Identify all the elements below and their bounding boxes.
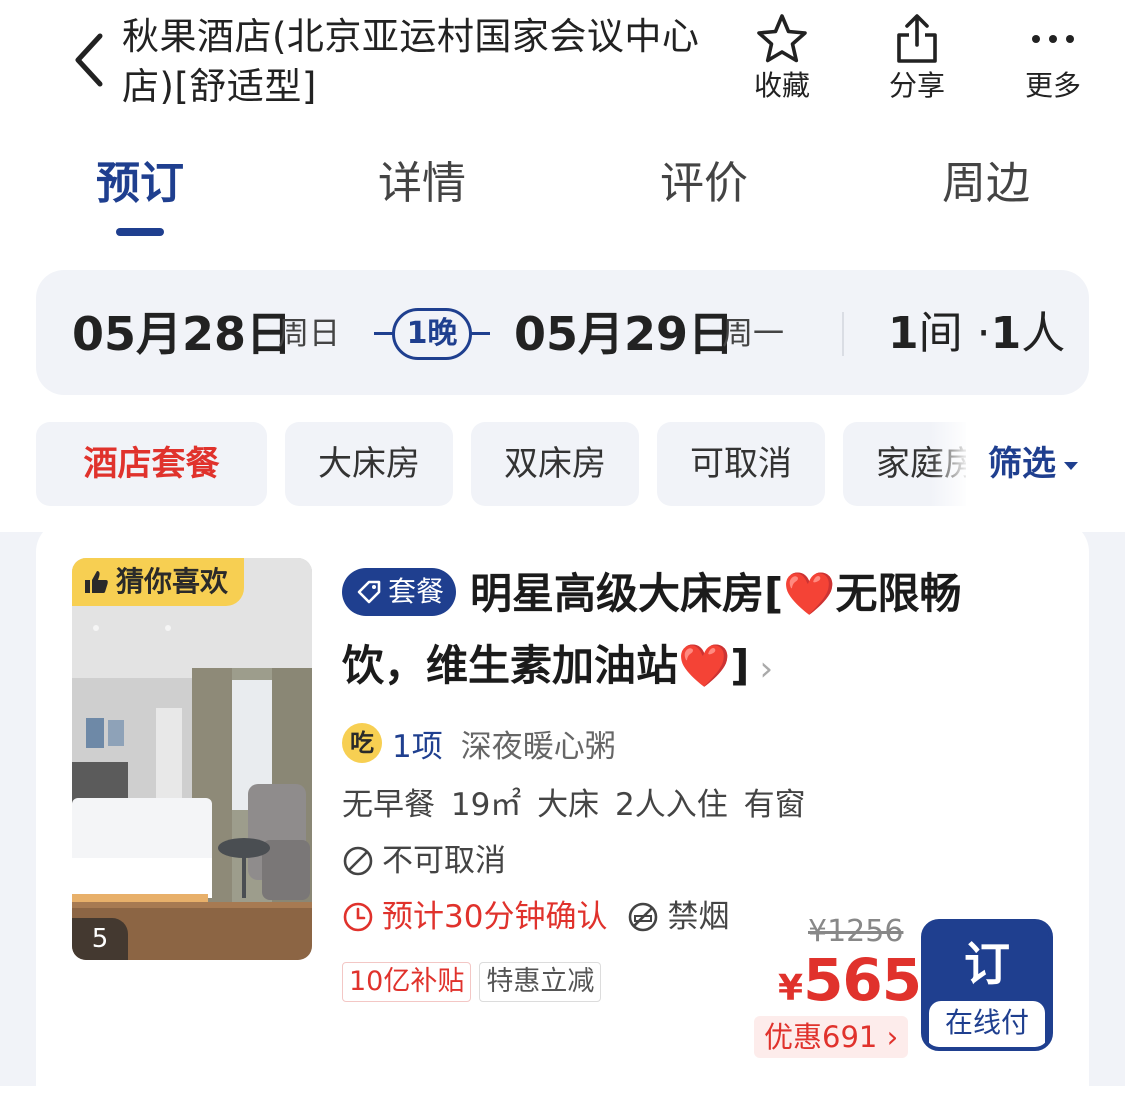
room-facts: 无早餐 19㎡ 大床 2人入住 有窗 — [342, 787, 806, 823]
clock-icon — [343, 902, 373, 932]
filter-bar: 酒店套餐 大床房 双床房 可取消 家庭房 筛选 — [0, 420, 1125, 510]
more-icon — [1032, 35, 1074, 43]
recommend-label: 猜你喜欢 — [116, 565, 229, 598]
smoking-label: 禁烟 — [667, 899, 730, 935]
tab-details[interactable]: 详情 — [322, 154, 522, 214]
price: ¥565 — [778, 946, 922, 1014]
confirm-time-label: 预计30分钟确认 — [382, 899, 608, 935]
subsidy-badge: 10亿补贴 — [342, 962, 472, 1002]
room-image — [72, 558, 312, 960]
thumbs-up-icon — [82, 568, 110, 596]
chevron-left-icon — [75, 33, 103, 87]
package-tag: 套餐 — [342, 568, 456, 616]
checkout-weekday: 周一 — [722, 316, 784, 352]
package-label: 套餐 — [388, 575, 445, 608]
share-button[interactable]: 分享 — [867, 10, 967, 110]
room-card[interactable]: 猜你喜欢 5 明星高级大床房[❤️无限畅饮，维生素加油站❤️] › 套餐 吃 1项… — [36, 520, 1089, 1120]
food-perk[interactable]: 吃 1项 深夜暖心粥 — [342, 720, 616, 766]
promo-badges: 10亿补贴 特惠立减 — [342, 962, 609, 1002]
divider — [842, 312, 844, 356]
filter-chip-king[interactable]: 大床房 — [285, 422, 453, 506]
caret-down-icon — [1064, 461, 1078, 470]
confirm-time: 预计30分钟确认 — [342, 894, 607, 940]
favorite-button[interactable]: 收藏 — [732, 10, 832, 110]
back-button[interactable] — [66, 30, 116, 90]
share-icon — [897, 14, 937, 63]
checkin-date[interactable]: 05月28日 — [72, 306, 292, 362]
favorite-label: 收藏 — [753, 69, 810, 102]
cancel-policy: 不可取消 — [342, 838, 506, 884]
guests-unit: 人 — [1021, 308, 1066, 359]
scroll-fade — [930, 420, 970, 510]
book-button[interactable]: 订 在线付 — [921, 919, 1053, 1051]
no-cancel-icon — [343, 846, 373, 876]
more-button[interactable]: 更多 — [1003, 10, 1103, 110]
guests-count: 1 — [990, 308, 1022, 359]
nights-dash-right — [470, 332, 490, 335]
smoking-policy: 禁烟 — [627, 894, 729, 940]
price-value: 565 — [803, 946, 922, 1014]
no-smoking-icon — [629, 902, 658, 932]
room-guest-selector[interactable]: 1间 ·1人 — [888, 306, 1065, 362]
date-selector[interactable]: 05月28日 周日 1晚 05月29日 周一 1间 ·1人 — [36, 270, 1089, 395]
food-desc: 深夜暖心粥 — [460, 728, 616, 765]
nights-dash-left — [374, 332, 394, 335]
active-tab-indicator — [116, 228, 164, 236]
star-icon — [757, 14, 807, 63]
header: 秋果酒店(北京亚运村国家会议中心店)[舒适型] 收藏 分享 更多 — [0, 0, 1125, 130]
nights-indicator: 1晚 — [374, 308, 490, 360]
filter-chip-package[interactable]: 酒店套餐 — [36, 422, 267, 506]
food-icon: 吃 — [342, 723, 382, 763]
pay-online-label: 在线付 — [929, 1001, 1045, 1047]
rooms-unit: 间 — [918, 308, 963, 359]
tab-nearby[interactable]: 周边 — [886, 154, 1086, 214]
original-price: ¥1256 — [808, 914, 904, 949]
separator-dot: · — [976, 308, 991, 359]
currency-symbol: ¥ — [778, 968, 804, 1009]
filter-chip-cancelable[interactable]: 可取消 — [657, 422, 825, 506]
more-label: 更多 — [1024, 69, 1081, 102]
cancel-policy-label: 不可取消 — [382, 843, 506, 879]
book-label: 订 — [964, 937, 1010, 991]
recommend-badge: 猜你喜欢 — [72, 558, 245, 606]
confirm-info: 预计30分钟确认 禁烟 — [342, 894, 729, 940]
checkout-date[interactable]: 05月29日 — [514, 306, 734, 362]
tab-booking[interactable]: 预订 — [40, 154, 240, 214]
filter-label: 筛选 — [988, 444, 1056, 484]
checkin-weekday: 周日 — [278, 316, 340, 352]
filter-button[interactable]: 筛选 — [966, 422, 1125, 506]
tab-reviews[interactable]: 评价 — [604, 154, 804, 214]
instant-discount-badge: 特惠立减 — [479, 962, 602, 1002]
room-photo[interactable]: 猜你喜欢 5 — [72, 558, 312, 960]
filter-chip-twin[interactable]: 双床房 — [471, 422, 639, 506]
photo-count: 5 — [72, 918, 128, 960]
discount-detail[interactable]: 优惠691 › — [754, 1016, 909, 1058]
chevron-right-icon: › — [759, 649, 774, 689]
rooms-count: 1 — [888, 308, 919, 359]
share-label: 分享 — [888, 69, 945, 102]
tag-icon — [357, 580, 381, 604]
hotel-title: 秋果酒店(北京亚运村国家会议中心店)[舒适型] — [122, 15, 700, 108]
food-count: 1项 — [392, 728, 443, 765]
nights-count: 1晚 — [392, 308, 472, 360]
tab-bar: 预订 详情 评价 周边 — [0, 140, 1125, 240]
